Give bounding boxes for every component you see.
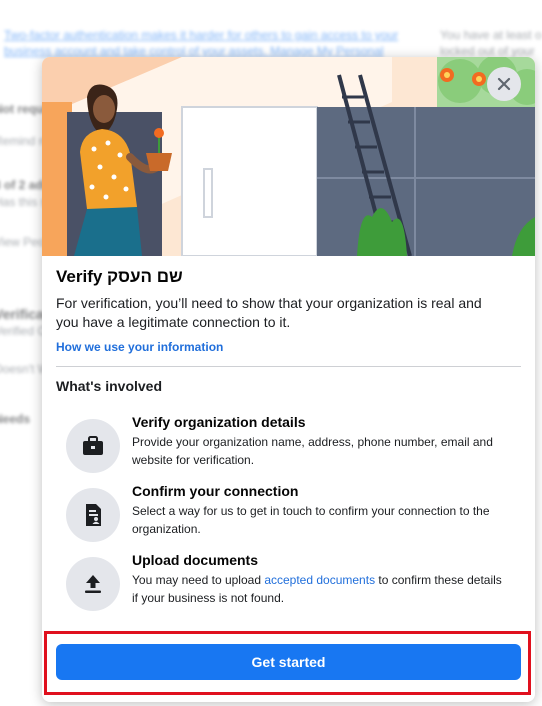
step-text: Verify organization details Provide your… [132, 413, 502, 469]
accepted-documents-link[interactable]: accepted documents [264, 573, 375, 587]
step-title: Confirm your connection [132, 483, 299, 499]
step-text: Upload documents You may need to upload … [132, 551, 502, 607]
step-title: Upload documents [132, 552, 259, 568]
step-description: You may need to upload accepted document… [132, 571, 502, 607]
verification-illustration [42, 57, 535, 256]
step-description: Select a way for us to get in touch to c… [132, 504, 490, 536]
upload-icon [66, 557, 120, 611]
step-title: Verify organization details [132, 414, 306, 430]
how-we-use-info-link[interactable]: How we use your information [56, 340, 521, 354]
divider [56, 366, 521, 367]
business-name: שם העסק [107, 267, 183, 286]
step-description: Provide your organization name, address,… [132, 435, 493, 467]
bg-label: Needs [0, 412, 31, 426]
document-person-icon [66, 488, 120, 542]
dialog-title: Verify שם העסק [56, 263, 521, 291]
briefcase-icon [66, 419, 120, 473]
verify-dialog: Verify שם העסק For verification, you’ll … [42, 57, 535, 702]
get-started-button[interactable]: Get started [56, 644, 521, 680]
title-prefix: Verify [56, 267, 108, 286]
bg-right-text-2: locked out of your [440, 44, 535, 58]
close-icon [497, 77, 511, 91]
step-description-text: You may need to upload [132, 573, 265, 587]
whats-involved-heading: What's involved [56, 378, 163, 394]
dialog-content: Verify שם העסק For verification, you’ll … [56, 263, 521, 394]
bg-2fa-text-line-1: Two-factor authentication makes it harde… [4, 28, 399, 42]
bg-right-text-1: You have at least o [440, 28, 542, 42]
close-button[interactable] [487, 67, 521, 101]
step-text: Confirm your connection Select a way for… [132, 482, 502, 538]
bg-2fa-text-line-2: business account and take control of you… [4, 44, 384, 58]
dialog-description: For verification, you’ll need to show th… [56, 295, 482, 330]
